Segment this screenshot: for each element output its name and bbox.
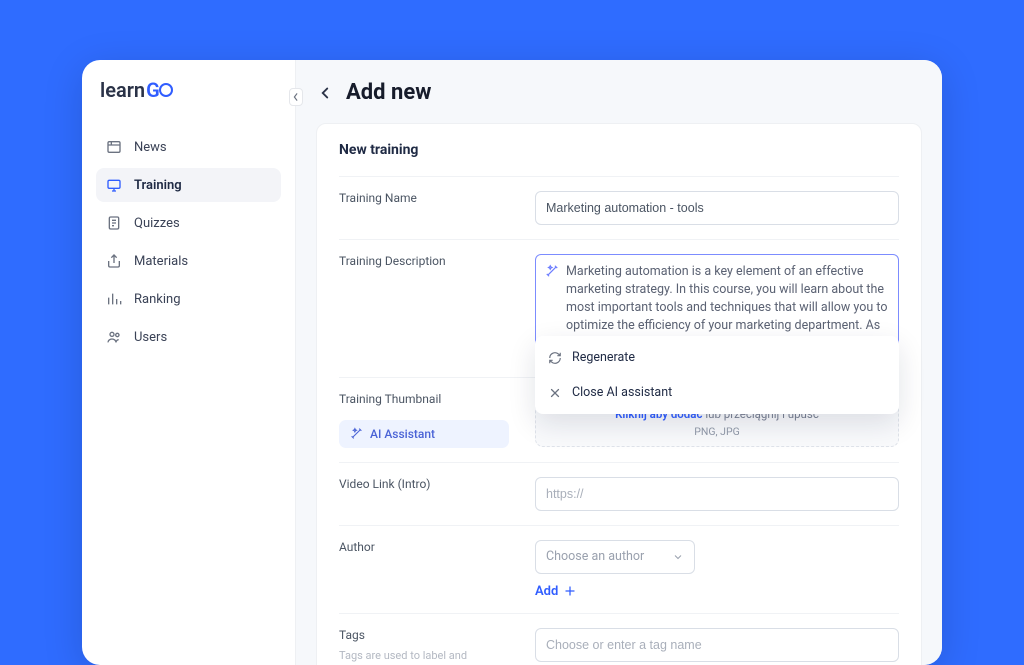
- logo-text1: learn: [100, 78, 145, 102]
- sidebar-item-materials[interactable]: Materials: [96, 244, 281, 278]
- author-select[interactable]: Choose an author: [535, 540, 695, 574]
- card-title: New training: [339, 142, 899, 158]
- label-training-description: Training Description: [339, 254, 509, 363]
- sidebar-item-label: Training: [134, 178, 182, 193]
- add-author-button[interactable]: Add: [535, 584, 576, 599]
- ai-assistant-label: AI Assistant: [370, 427, 435, 441]
- popover-close-label: Close AI assistant: [572, 385, 672, 400]
- upload-formats: PNG, JPG: [536, 425, 898, 438]
- ai-popover: Regenerate Close AI assistant: [535, 336, 899, 414]
- users-icon: [106, 329, 122, 345]
- logo-text3: ⁠: [159, 83, 173, 97]
- row-training-description: Training Description Marketing automatio…: [339, 239, 899, 377]
- training-name-input[interactable]: [535, 191, 899, 225]
- materials-icon: [106, 253, 122, 269]
- training-icon: [106, 177, 122, 193]
- label-video-link: Video Link (Intro): [339, 477, 509, 511]
- main-content: Add new New training Training Name Train…: [296, 60, 942, 665]
- popover-regenerate[interactable]: Regenerate: [535, 340, 899, 375]
- label-training-thumbnail: Training Thumbnail: [339, 392, 509, 406]
- popover-close[interactable]: Close AI assistant: [535, 375, 899, 410]
- sidebar-item-training[interactable]: Training: [96, 168, 281, 202]
- video-link-input[interactable]: [535, 477, 899, 511]
- page-header: Add new: [316, 80, 922, 105]
- logo-text2: G: [146, 78, 160, 102]
- add-author-label: Add: [535, 584, 558, 599]
- sidebar-item-quizzes[interactable]: Quizzes: [96, 206, 281, 240]
- row-tags: Tags Tags are used to label and categori…: [339, 613, 899, 665]
- author-select-placeholder: Choose an author: [546, 549, 644, 564]
- sidebar-item-label: News: [134, 140, 167, 155]
- close-icon: [548, 386, 562, 400]
- sidebar-item-label: Quizzes: [134, 216, 180, 231]
- sidebar-item-label: Ranking: [134, 292, 181, 307]
- sidebar-collapse-toggle[interactable]: [289, 88, 303, 106]
- back-arrow-icon[interactable]: [316, 84, 334, 102]
- refresh-icon: [548, 351, 562, 365]
- popover-regenerate-label: Regenerate: [572, 350, 635, 365]
- sidebar: learnG⁠ News Training Quizzes Materials: [82, 60, 296, 665]
- ranking-icon: [106, 291, 122, 307]
- app-logo: learnG⁠: [96, 78, 281, 102]
- label-training-name: Training Name: [339, 191, 509, 225]
- label-author: Author: [339, 540, 509, 599]
- magic-wand-icon: [545, 264, 559, 278]
- tags-input[interactable]: [535, 628, 899, 662]
- sidebar-item-news[interactable]: News: [96, 130, 281, 164]
- ai-assistant-button[interactable]: AI Assistant: [339, 420, 509, 448]
- magic-wand-icon: [350, 427, 363, 440]
- tags-help-text: Tags are used to label and categorize co…: [339, 648, 509, 665]
- label-tags: Tags: [339, 628, 365, 642]
- row-training-name: Training Name: [339, 176, 899, 239]
- plus-icon: [564, 585, 576, 597]
- chevron-down-icon: [672, 551, 684, 563]
- sidebar-item-ranking[interactable]: Ranking: [96, 282, 281, 316]
- form-card: New training Training Name Training Desc…: [316, 123, 922, 665]
- sidebar-item-users[interactable]: Users: [96, 320, 281, 354]
- page-title: Add new: [346, 80, 431, 105]
- news-icon: [106, 139, 122, 155]
- sidebar-item-label: Materials: [134, 254, 188, 269]
- row-video-link: Video Link (Intro): [339, 462, 899, 525]
- row-author: Author Choose an author Add: [339, 525, 899, 613]
- quizzes-icon: [106, 215, 122, 231]
- app-window: learnG⁠ News Training Quizzes Materials: [82, 60, 942, 665]
- sidebar-item-label: Users: [134, 330, 167, 345]
